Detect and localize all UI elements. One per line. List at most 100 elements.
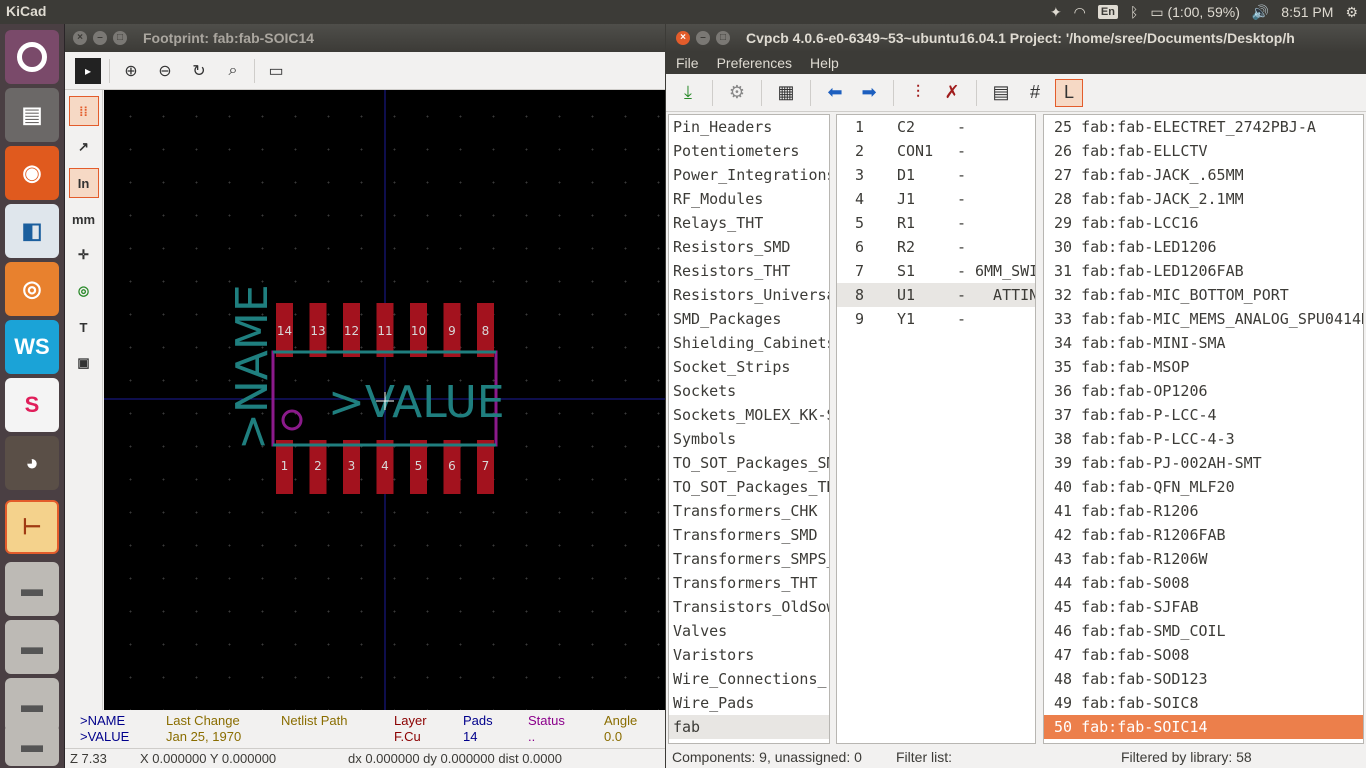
disk-drive-icon[interactable]: ▬ [5,562,59,616]
maximize-icon[interactable]: □ [113,31,127,45]
footprint-item[interactable]: 32 fab:fab-MIC_BOTTOM_PORT [1044,283,1363,307]
footprint-item[interactable]: 44 fab:fab-S008 [1044,571,1363,595]
units-mm-button[interactable]: mm [69,204,99,234]
component-row[interactable]: 5 R1 - [837,211,1035,235]
library-item[interactable]: Power_Integrations [669,163,829,187]
component-row[interactable]: 8 U1 - ATTIN [837,283,1035,307]
component-row[interactable]: 2 CON1 - [837,139,1035,163]
library-item[interactable]: Resistors_SMD [669,235,829,259]
library-item[interactable]: Sockets [669,379,829,403]
library-item[interactable]: Transformers_CHK [669,499,829,523]
footprint-canvas[interactable]: 14 13 12 11 10 9 8 1234567 >NAME >VALUE [104,90,665,710]
footprint-item[interactable]: 26 fab:fab-ELLCTV [1044,139,1363,163]
library-item[interactable]: Varistors [669,643,829,667]
text-sketch-icon[interactable]: T [69,312,99,342]
libreoffice-impress-icon[interactable]: ◧ [5,204,59,258]
footprint-item[interactable]: 29 fab:fab-LCC16 [1044,211,1363,235]
library-item[interactable]: Pin_Headers [669,115,829,139]
footprint-item[interactable]: 36 fab:fab-OP1206 [1044,379,1363,403]
library-item[interactable]: Transformers_SMD [669,523,829,547]
previous-arrow-icon[interactable]: ⬅ [821,79,849,107]
settings-gear-icon[interactable]: ⚙ [723,79,751,107]
footprint-item[interactable]: 30 fab:fab-LED1206 [1044,235,1363,259]
footprint-item[interactable]: 27 fab:fab-JACK_.65MM [1044,163,1363,187]
disk-drive-icon[interactable]: ▬ [5,620,59,674]
footprint-item[interactable]: 31 fab:fab-LED1206FAB [1044,259,1363,283]
component-row[interactable]: 4 J1 - C [837,187,1035,211]
footprint-item[interactable]: 25 fab:fab-ELECTRET_2742PBJ-A [1044,115,1363,139]
edge-sketch-icon[interactable]: ▣ [69,348,99,378]
library-item[interactable]: Symbols [669,427,829,451]
footprint-item[interactable]: 34 fab:fab-MINI-SMA [1044,331,1363,355]
component-row[interactable]: 1 C2 - [837,115,1035,139]
redraw-icon[interactable]: ↻ [186,58,212,84]
footprint-item[interactable]: 28 fab:fab-JACK_2.1MM [1044,187,1363,211]
library-item[interactable]: Wire_Connections_ [669,667,829,691]
minimize-icon[interactable]: – [696,31,710,45]
ubuntu-dash-icon[interactable] [5,30,59,84]
footprint-item[interactable]: 42 fab:fab-R1206FAB [1044,523,1363,547]
slack-icon[interactable]: S [5,378,59,432]
library-item[interactable]: TO_SOT_Packages_SM [669,451,829,475]
footprint-item[interactable]: 47 fab:fab-SO08 [1044,643,1363,667]
library-item[interactable]: Relays_THT [669,211,829,235]
grid-toggle-icon[interactable]: ⁞⁞ [68,96,99,126]
menu-help[interactable]: Help [810,55,839,71]
library-item[interactable]: Transformers_SMPS_ [669,547,829,571]
library-item[interactable]: Shielding_Cabinets [669,331,829,355]
footprint-item[interactable]: 33 fab:fab-MIC_MEMS_ANALOG_SPU0414H [1044,307,1363,331]
close-icon[interactable]: × [676,31,690,45]
filter-library-icon[interactable]: L [1055,78,1083,107]
battery-indicator[interactable]: ▭ (1:00, 59%) [1150,4,1240,21]
zoom-in-icon[interactable]: ⊕ [118,58,144,84]
zoom-fit-icon[interactable]: ⌕ [220,58,246,84]
library-item[interactable]: Valves [669,619,829,643]
library-item[interactable]: Resistors_Universal [669,283,829,307]
webstorm-icon[interactable]: WS [5,320,59,374]
component-row[interactable]: 6 R2 - [837,235,1035,259]
filter-keywords-icon[interactable]: ▤ [987,79,1015,107]
component-row[interactable]: 3 D1 - [837,163,1035,187]
close-icon[interactable]: × [73,31,87,45]
polar-coords-icon[interactable]: ↗ [69,132,99,162]
delete-associations-icon[interactable]: ✗ [938,79,966,107]
footprint-item[interactable]: 38 fab:fab-P-LCC-4-3 [1044,427,1363,451]
minimize-icon[interactable]: – [93,31,107,45]
volume-icon[interactable]: 🔊 [1252,4,1269,21]
view-3d-icon[interactable]: ▭ [263,58,289,84]
footprint-item[interactable]: 40 fab:fab-QFN_MLF20 [1044,475,1363,499]
library-item[interactable]: Transformers_THT [669,571,829,595]
footprint-item[interactable]: 41 fab:fab-R1206 [1044,499,1363,523]
library-item[interactable]: Sockets_MOLEX_KK-S [669,403,829,427]
library-item[interactable]: Wire_Pads [669,691,829,715]
dropbox-icon[interactable]: ✦ [1050,4,1062,21]
component-row[interactable]: 7 S1 -6MM_SWI [837,259,1035,283]
maximize-icon[interactable]: □ [716,31,730,45]
library-item[interactable]: RF_Modules [669,187,829,211]
library-item[interactable]: SMD_Packages [669,307,829,331]
display-3d-icon[interactable]: ▸ [75,57,101,84]
footprint-item[interactable]: 48 fab:fab-SOD123 [1044,667,1363,691]
footprint-item[interactable]: 35 fab:fab-MSOP [1044,355,1363,379]
component-row[interactable]: 9 Y1 - [837,307,1035,331]
footprint-item[interactable]: 43 fab:fab-R1206W [1044,547,1363,571]
firefox-icon[interactable]: ◉ [5,146,59,200]
menu-file[interactable]: File [676,55,699,71]
footprint-item[interactable]: 46 fab:fab-SMD_COIL [1044,619,1363,643]
footprint-item[interactable]: 49 fab:fab-SOIC8 [1044,691,1363,715]
clock[interactable]: 8:51 PM [1281,4,1333,20]
footprint-item[interactable]: 37 fab:fab-P-LCC-4 [1044,403,1363,427]
zoom-out-icon[interactable]: ⊖ [152,58,178,84]
library-item[interactable]: Potentiometers [669,139,829,163]
wifi-icon[interactable]: ◠ [1074,4,1086,21]
save-icon[interactable]: ⤓ [674,79,702,107]
library-item[interactable]: TO_SOT_Packages_TH [669,475,829,499]
next-arrow-icon[interactable]: ➡ [855,79,883,107]
blender-icon[interactable]: ◎ [5,262,59,316]
view-footprint-icon[interactable]: ▦ [772,79,800,107]
library-item[interactable]: Resistors_THT [669,259,829,283]
library-item[interactable]: Socket_Strips [669,355,829,379]
kicad-icon[interactable]: ⊢ [5,500,59,554]
bluetooth-icon[interactable]: ᛒ [1130,4,1138,20]
menu-preferences[interactable]: Preferences [717,55,792,71]
